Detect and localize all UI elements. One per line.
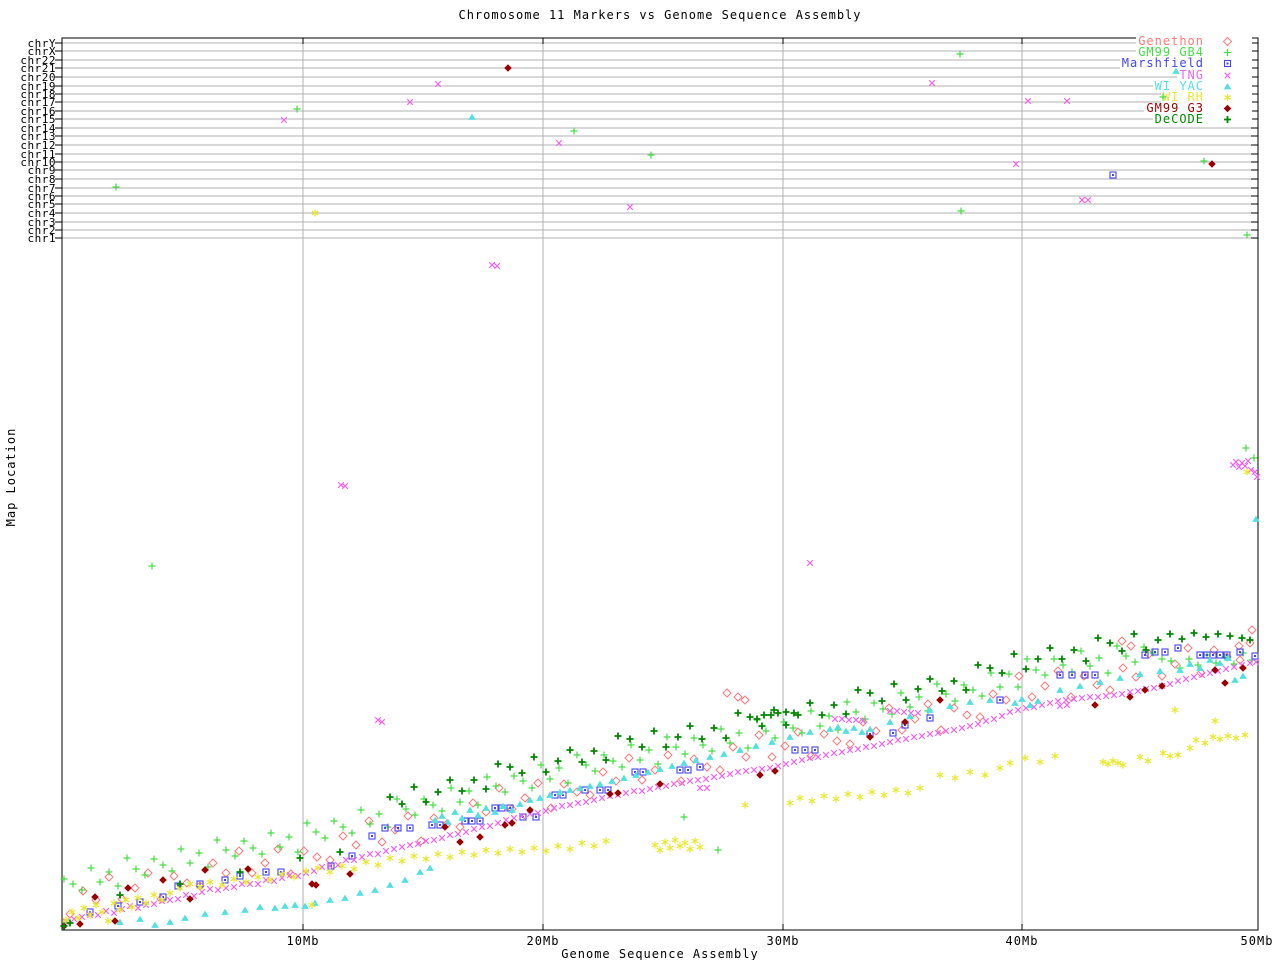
legend-symbol-open-diamond-icon (1204, 36, 1250, 47)
legend-item-decode: DeCODE (1153, 114, 1252, 125)
legend-symbol-filled-diamond-icon (1204, 103, 1250, 114)
x-tick-label-50Mb: 50Mb (1227, 934, 1280, 948)
x-tick-label-20Mb: 20Mb (513, 934, 573, 948)
legend-symbol-bold-plus-icon (1204, 114, 1250, 125)
x-tick-label-30Mb: 30Mb (753, 934, 813, 948)
legend-symbol-open-square-dot-icon (1204, 58, 1250, 69)
y-tick-label-chr1: chr1 (4, 234, 56, 243)
legend-symbol-x-icon (1204, 70, 1250, 81)
x-tick-label-10Mb: 10Mb (273, 934, 333, 948)
legend-label: DeCODE (1155, 114, 1204, 125)
legend-symbol-triangle-icon (1204, 81, 1250, 92)
legend-symbol-asterisk-icon (1204, 92, 1250, 103)
plot-grid (0, 0, 1280, 960)
x-axis-title: Genome Sequence Assembly (62, 947, 1258, 960)
legend-symbol-plus-icon (1204, 47, 1250, 58)
x-tick-label-40Mb: 40Mb (992, 934, 1052, 948)
y-axis-title: Map Location (4, 422, 18, 532)
chart-canvas: Chromosome 11 Markers vs Genome Sequence… (0, 0, 1280, 960)
